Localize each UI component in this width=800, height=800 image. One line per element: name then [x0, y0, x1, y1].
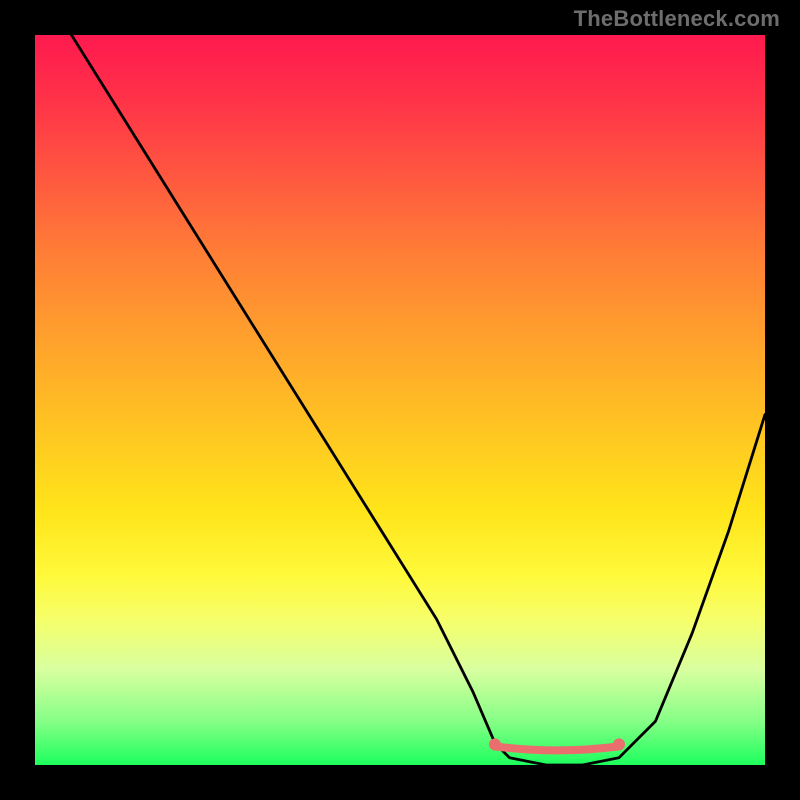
bottleneck-curve-path — [72, 35, 766, 765]
watermark-text: TheBottleneck.com — [574, 6, 780, 32]
flat-region-dot-left — [489, 738, 501, 750]
chart-container: TheBottleneck.com — [0, 0, 800, 800]
flat-region-dot-right — [613, 738, 625, 750]
curve-layer — [35, 35, 765, 765]
flat-region-marker — [495, 746, 619, 750]
plot-area — [35, 35, 765, 765]
